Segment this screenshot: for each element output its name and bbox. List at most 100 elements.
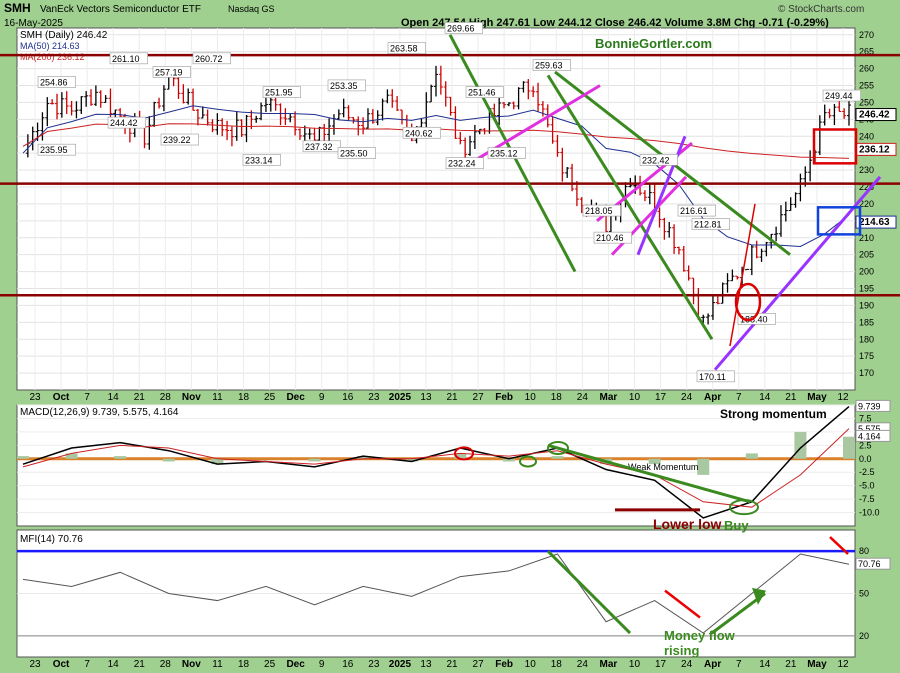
mfi-x-tick-label: 23 bbox=[368, 659, 380, 670]
macd-tick-label: 0.0 bbox=[859, 454, 872, 464]
price-tick-label: 205 bbox=[859, 250, 874, 260]
price-label: 254.86 bbox=[40, 78, 68, 88]
price-label: 244.42 bbox=[110, 118, 138, 128]
macd-histogram-bar bbox=[551, 456, 564, 459]
price-label: 251.95 bbox=[265, 88, 293, 98]
price-x-tick-label: 28 bbox=[160, 392, 172, 403]
macd-histogram-bar bbox=[17, 456, 29, 459]
mfi-value-label: 70.76 bbox=[858, 559, 881, 569]
mfi-x-tick-label: 21 bbox=[785, 659, 797, 670]
mfi-x-tick-label: 25 bbox=[264, 659, 276, 670]
ma50-value-label: 214.63 bbox=[859, 217, 890, 228]
mfi-x-tick-label: Dec bbox=[286, 659, 305, 670]
price-x-tick-label: 9 bbox=[319, 392, 325, 403]
legend-ma50: MA(50) 214.63 bbox=[20, 41, 80, 51]
price-x-tick-label: 21 bbox=[785, 392, 797, 403]
mfi-x-tick-label: 14 bbox=[759, 659, 771, 670]
macd-tick-label: -7.5 bbox=[859, 494, 875, 504]
price-label: 240.62 bbox=[405, 128, 433, 138]
price-tick-label: 210 bbox=[859, 233, 874, 243]
mfi-x-tick-label: Apr bbox=[704, 659, 721, 670]
price-tick-label: 255 bbox=[859, 81, 874, 91]
price-label: 210.46 bbox=[596, 233, 624, 243]
exchange-label: Nasdaq GS bbox=[228, 4, 275, 14]
price-x-tick-label: 7 bbox=[84, 392, 90, 403]
price-tick-label: 190 bbox=[859, 300, 874, 310]
price-label: 235.12 bbox=[490, 149, 518, 159]
mfi-x-tick-label: 21 bbox=[446, 659, 458, 670]
mfi-x-tick-label: May bbox=[807, 659, 827, 670]
price-x-tick-label: 21 bbox=[134, 392, 146, 403]
macd-histogram-bar bbox=[114, 456, 127, 459]
mfi-title: MFI(14) 70.76 bbox=[20, 534, 83, 545]
price-tick-label: 175 bbox=[859, 351, 874, 361]
price-x-tick-label: 17 bbox=[655, 392, 667, 403]
price-x-tick-label: Apr bbox=[704, 392, 721, 403]
price-x-tick-label: 14 bbox=[108, 392, 120, 403]
price-x-tick-label: 25 bbox=[264, 392, 276, 403]
mfi-x-tick-label: 28 bbox=[160, 659, 172, 670]
date-label: 16-May-2025 bbox=[4, 18, 63, 29]
macd-histogram-bar bbox=[697, 458, 710, 475]
price-tick-label: 170 bbox=[859, 368, 874, 378]
price-x-tick-label: 21 bbox=[446, 392, 458, 403]
mfi-tick-label: 20 bbox=[859, 631, 869, 641]
price-label: 232.42 bbox=[642, 155, 670, 165]
price-tick-label: 185 bbox=[859, 317, 874, 327]
legend-ma200: MA(200) 236.12 bbox=[20, 52, 85, 62]
macd-tick-label: -5.0 bbox=[859, 481, 875, 491]
price-x-tick-label: 27 bbox=[473, 392, 485, 403]
price-x-tick-label: Mar bbox=[600, 392, 618, 403]
macd-title: MACD(12,26,9) 9.739, 5.575, 4.164 bbox=[20, 407, 179, 418]
price-tick-label: 195 bbox=[859, 284, 874, 294]
mfi-x-tick-label: 16 bbox=[342, 659, 354, 670]
price-label: 216.61 bbox=[680, 206, 708, 216]
price-label: 235.50 bbox=[340, 149, 368, 159]
annotation-lower-low: Lower low bbox=[653, 516, 722, 532]
ma200-value-label: 236.12 bbox=[859, 144, 890, 155]
price-x-tick-label: 16 bbox=[342, 392, 354, 403]
mfi-x-tick-label: 12 bbox=[837, 659, 849, 670]
price-label: 261.10 bbox=[112, 54, 140, 64]
mfi-x-tick-label: Oct bbox=[53, 659, 70, 670]
mfi-x-tick-label: 21 bbox=[134, 659, 146, 670]
price-tick-label: 240 bbox=[859, 131, 874, 141]
macd-value-label: 4.164 bbox=[858, 431, 881, 441]
price-x-tick-label: 12 bbox=[837, 392, 849, 403]
macd-tick-label: 7.5 bbox=[859, 413, 872, 423]
annotation-buy: Buy bbox=[724, 518, 749, 533]
brand-label: BonnieGortler.com bbox=[595, 36, 712, 51]
chart-canvas: SMH VanEck Vectors Semiconductor ETF Nas… bbox=[0, 0, 900, 673]
price-label: 232.24 bbox=[448, 159, 476, 169]
price-x-tick-label: 10 bbox=[629, 392, 641, 403]
mfi-x-tick-label: 13 bbox=[420, 659, 432, 670]
price-label: 237.32 bbox=[305, 142, 333, 152]
price-tick-label: 260 bbox=[859, 64, 874, 74]
price-label: 239.22 bbox=[163, 135, 191, 145]
mfi-x-tick-label: 18 bbox=[238, 659, 250, 670]
macd-tick-label: -10.0 bbox=[859, 508, 880, 518]
macd-histogram-bar bbox=[843, 436, 855, 459]
mfi-x-tick-label: 18 bbox=[551, 659, 563, 670]
price-tick-label: 200 bbox=[859, 267, 874, 277]
price-x-tick-label: 18 bbox=[551, 392, 563, 403]
price-x-tick-label: Nov bbox=[182, 392, 201, 403]
mfi-tick-label: 80 bbox=[859, 546, 869, 556]
mfi-x-tick-label: Mar bbox=[600, 659, 618, 670]
price-label: 218.05 bbox=[585, 206, 613, 216]
price-label: 251.46 bbox=[468, 88, 496, 98]
price-x-tick-label: 7 bbox=[736, 392, 742, 403]
mfi-x-tick-label: 24 bbox=[577, 659, 589, 670]
price-x-tick-label: 23 bbox=[29, 392, 41, 403]
price-label: 249.44 bbox=[825, 91, 853, 101]
mfi-x-tick-label: 17 bbox=[655, 659, 667, 670]
price-x-tick-label: 10 bbox=[525, 392, 537, 403]
price-x-tick-label: 18 bbox=[238, 392, 250, 403]
mfi-x-tick-label: 10 bbox=[629, 659, 641, 670]
mfi-x-tick-label: 23 bbox=[29, 659, 41, 670]
mfi-x-tick-label: 11 bbox=[212, 659, 223, 670]
price-x-tick-label: May bbox=[807, 392, 827, 403]
price-title: SMH (Daily) 246.42 bbox=[20, 30, 108, 41]
mfi-x-tick-label: 24 bbox=[681, 659, 693, 670]
price-x-tick-label: 2025 bbox=[389, 392, 412, 403]
